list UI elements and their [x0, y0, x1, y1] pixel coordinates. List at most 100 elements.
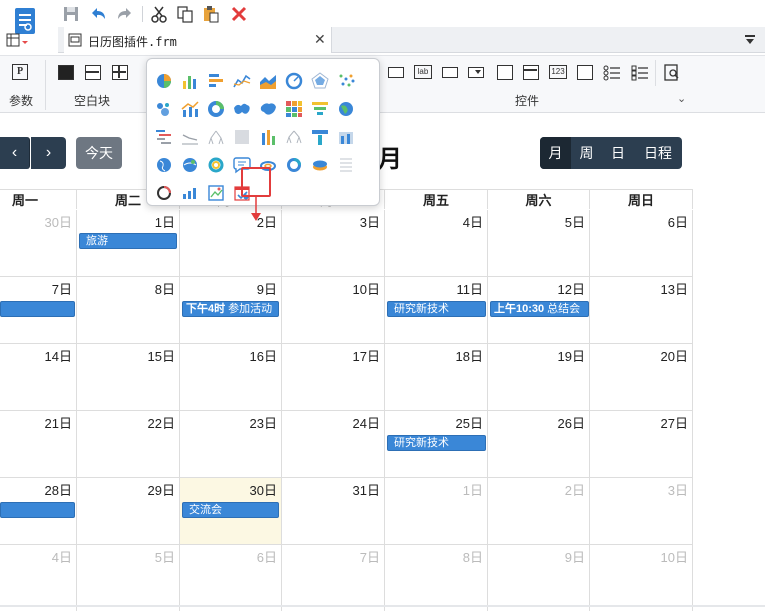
frame-chart-icon[interactable] [337, 128, 355, 146]
gantt-chart-icon[interactable] [155, 128, 173, 146]
day-cell[interactable]: 1日 [385, 478, 488, 545]
file-tab[interactable]: 日历图插件.frm ✕ [64, 27, 332, 53]
label-widget-icon[interactable]: lab [414, 65, 432, 79]
textbox-widget-icon[interactable] [388, 67, 404, 78]
copy-icon[interactable] [176, 5, 194, 23]
day-cell[interactable]: 2日 [180, 210, 282, 277]
ring-progress-icon[interactable] [207, 156, 225, 174]
view-day-button[interactable]: 日 [602, 137, 634, 169]
day-cell[interactable]: 24日 [282, 411, 385, 478]
calendar-event[interactable] [0, 301, 75, 317]
bubble-chart-icon[interactable] [155, 100, 173, 118]
day-cell[interactable]: 4日 [0, 545, 77, 611]
delete-icon[interactable] [230, 5, 248, 23]
line-chart-icon[interactable] [233, 72, 251, 90]
scatter-chart-icon[interactable] [337, 72, 355, 90]
day-cell[interactable]: 17日 [282, 344, 385, 411]
day-cell[interactable]: 21日 [0, 411, 77, 478]
search-widget-icon[interactable] [664, 64, 680, 81]
day-cell[interactable]: 6日 [180, 545, 282, 611]
calendar-event[interactable]: 旅游 [79, 233, 177, 249]
day-cell[interactable]: 19日 [488, 344, 590, 411]
undo-icon[interactable] [88, 5, 108, 23]
view-week-button[interactable]: 周 [571, 137, 602, 169]
day-cell[interactable]: 23日 [180, 411, 282, 478]
horizontal-bar-icon[interactable] [207, 72, 225, 90]
day-cell[interactable]: 4日 [385, 210, 488, 277]
radar-chart-icon[interactable] [311, 72, 329, 90]
spiral-chart-icon[interactable] [285, 156, 303, 174]
day-cell[interactable]: 20日 [590, 344, 693, 411]
day-cell[interactable]: 7日 [282, 545, 385, 611]
donut-progress-icon[interactable] [155, 184, 173, 202]
close-tab-icon[interactable]: ✕ [314, 31, 326, 48]
layered-pie-icon[interactable] [311, 156, 329, 174]
day-cell[interactable]: 29日 [77, 478, 180, 545]
textarea-widget-icon[interactable] [577, 65, 593, 80]
tab-block-icon[interactable] [85, 65, 101, 80]
image-chart-icon[interactable] [207, 184, 225, 202]
view-agenda-button[interactable]: 日程 [634, 137, 682, 169]
pie-chart-icon[interactable] [155, 72, 173, 90]
ribbon-collapse-chevron-icon[interactable]: ⌄ [677, 92, 686, 105]
day-cell[interactable]: 13日 [590, 277, 693, 344]
day-cell[interactable]: 3日 [590, 478, 693, 545]
day-cell[interactable]: 26日 [488, 411, 590, 478]
day-cell[interactable]: 8日 [77, 277, 180, 344]
number-widget-icon[interactable]: 123 [549, 65, 567, 79]
list-chart-icon[interactable] [337, 156, 355, 174]
tree-chart-icon[interactable] [207, 128, 225, 146]
day-cell[interactable]: 18日 [385, 344, 488, 411]
day-cell[interactable]: 6日 [590, 210, 693, 277]
hierarchy-chart-icon[interactable] [285, 128, 303, 146]
dropdown-widget-icon[interactable] [468, 67, 484, 78]
date-widget-icon[interactable] [523, 65, 539, 80]
day-cell[interactable]: 8日 [385, 545, 488, 611]
button-widget-icon[interactable] [442, 67, 458, 78]
area-chart-icon[interactable] [259, 72, 277, 90]
funnel-chart-icon[interactable] [311, 100, 329, 118]
calendar-event[interactable]: 下午4时 参加活动 [182, 301, 279, 317]
calendar-event[interactable]: 上午10:30 总结会 [490, 301, 589, 317]
day-cell[interactable]: 22日 [77, 411, 180, 478]
day-cell[interactable]: 27日 [590, 411, 693, 478]
cut-icon[interactable] [150, 5, 168, 23]
bar-chart-icon[interactable] [181, 72, 199, 90]
view-month-button[interactable]: 月 [540, 137, 571, 169]
calendar-event[interactable]: 交流会 [182, 502, 279, 518]
absolute-block-icon[interactable] [58, 65, 74, 80]
parameter-icon[interactable]: P [12, 64, 28, 80]
today-button[interactable]: 今天 [76, 137, 122, 169]
prev-month-button[interactable]: ‹ [0, 137, 30, 169]
tab-list-icon[interactable] [6, 33, 20, 47]
day-cell[interactable]: 15日 [77, 344, 180, 411]
signal-bar-icon[interactable] [181, 184, 199, 202]
grid-block-icon[interactable] [112, 65, 128, 80]
pin-dropdown-icon[interactable] [743, 34, 757, 46]
checkbox-group-icon[interactable] [631, 65, 649, 81]
trend-chart-icon[interactable] [181, 128, 199, 146]
calendar-event[interactable]: 研究新技术 [387, 301, 486, 317]
combo-chart-icon[interactable] [181, 100, 199, 118]
heatmap-chart-icon[interactable] [285, 100, 303, 118]
day-cell[interactable]: 2日 [488, 478, 590, 545]
day-cell[interactable]: 30日 [0, 210, 77, 277]
day-cell[interactable]: 31日 [282, 478, 385, 545]
redo-icon[interactable] [115, 5, 135, 23]
gauge-chart-icon[interactable] [285, 72, 303, 90]
day-cell[interactable]: 10日 [590, 545, 693, 611]
day-cell[interactable]: 9日 [488, 545, 590, 611]
radio-group-icon[interactable] [603, 65, 621, 81]
globe-chart-icon[interactable] [337, 100, 355, 118]
dropdown-tree-widget-icon[interactable] [497, 65, 513, 80]
day-cell[interactable]: 14日 [0, 344, 77, 411]
world-map-icon[interactable] [155, 156, 173, 174]
china-map-icon[interactable] [259, 100, 277, 118]
day-cell[interactable]: 16日 [180, 344, 282, 411]
paste-icon[interactable] [202, 5, 220, 23]
next-month-button[interactable]: › [31, 137, 66, 169]
day-cell[interactable]: 5日 [488, 210, 590, 277]
save-icon[interactable] [62, 5, 80, 23]
calendar-event[interactable]: 研究新技术 [387, 435, 486, 451]
day-cell[interactable]: 3日 [282, 210, 385, 277]
